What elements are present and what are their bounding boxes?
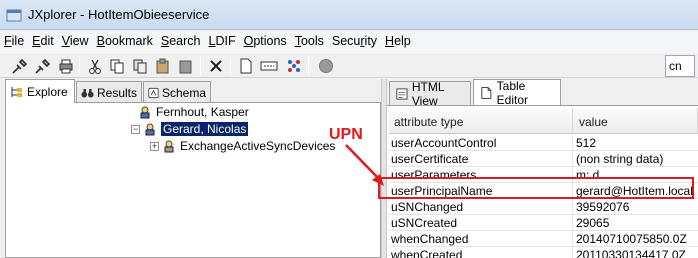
disconnect-icon[interactable]	[33, 56, 53, 76]
binoculars-icon	[81, 88, 94, 97]
collapse-icon[interactable]: −	[131, 124, 140, 134]
app-icon	[6, 9, 22, 22]
table-row[interactable]: uSNChanged 39592076	[389, 199, 698, 215]
tree-node-gerard[interactable]: − Gerard, Nicolas	[131, 121, 249, 137]
tab-explore-label: Explore	[27, 84, 68, 99]
toolbar-separator	[308, 57, 309, 75]
copy-icon[interactable]	[107, 56, 127, 76]
menu-help[interactable]: Help	[381, 31, 415, 51]
menu-bookmark[interactable]: Bookmark	[93, 31, 157, 51]
directory-tree: Fernhout, Kasper − Gerard, Nicolas + Exc…	[5, 102, 381, 258]
upn-annotation-label: UPN	[329, 126, 363, 143]
tree-icon	[11, 86, 22, 97]
tree-node-exchange[interactable]: + ExchangeActiveSyncDevices	[150, 138, 335, 154]
container-icon	[164, 140, 174, 153]
column-header-attribute[interactable]: attribute type	[389, 108, 573, 134]
user-entry-icon	[145, 123, 155, 136]
expand-icon[interactable]: +	[150, 141, 159, 151]
table-editor-icon	[481, 86, 492, 99]
table-row[interactable]: whenChanged 20140710075850.0Z	[389, 231, 698, 247]
value-cell[interactable]: 20140710075850.0Z	[574, 231, 698, 247]
tree-node-label: Fernhout, Kasper	[156, 105, 249, 119]
search-input[interactable]: cn	[665, 55, 695, 77]
right-pane: HTML View Table Editor attribute type va…	[387, 79, 698, 258]
value-cell[interactable]: 39592076	[574, 199, 698, 215]
value-cell[interactable]: 512	[574, 135, 698, 151]
paste-alias-icon[interactable]	[176, 56, 196, 76]
html-view-icon	[396, 87, 408, 100]
print-icon[interactable]	[56, 56, 76, 76]
cut-icon[interactable]	[85, 56, 105, 76]
tab-table-editor[interactable]: Table Editor	[473, 78, 561, 107]
value-cell[interactable]: 29065	[574, 215, 698, 231]
menu-edit[interactable]: Edit	[28, 31, 58, 51]
value-cell[interactable]: 20110330134417.0Z	[574, 247, 698, 258]
tree-node-label-selected: Gerard, Nicolas	[161, 122, 249, 136]
value-cell[interactable]: (non string data)	[574, 151, 698, 167]
connect-icon[interactable]	[10, 56, 30, 76]
table-row[interactable]: userCertificate (non string data)	[389, 151, 698, 167]
refresh-icon[interactable]	[284, 56, 304, 76]
tab-explore[interactable]: Explore	[5, 79, 75, 103]
attribute-cell: whenCreated	[389, 247, 573, 258]
tab-results-label: Results	[96, 85, 137, 100]
tab-table-editor-label: Table Editor	[496, 78, 529, 107]
toolbar-separator	[230, 57, 231, 75]
table-header: attribute type value	[389, 108, 698, 134]
menu-file[interactable]: File	[0, 31, 28, 51]
menu-options[interactable]: Options	[240, 31, 291, 51]
tab-schema[interactable]: Schema	[143, 81, 211, 103]
menu-view[interactable]: View	[58, 31, 93, 51]
toolbar-separator	[79, 57, 80, 75]
tab-html-view[interactable]: HTML View	[389, 79, 471, 108]
upn-highlight-box	[378, 177, 694, 199]
tree-node-label: ExchangeActiveSyncDevices	[180, 139, 336, 153]
tab-html-view-label: HTML View	[411, 79, 445, 108]
user-entry-icon	[140, 106, 150, 119]
attribute-cell: uSNCreated	[389, 215, 573, 231]
stop-icon[interactable]	[316, 56, 336, 76]
menu-security[interactable]: Security	[328, 31, 381, 51]
paste-icon[interactable]	[153, 56, 173, 76]
menu-search[interactable]: Search	[157, 31, 205, 51]
tab-results[interactable]: Results	[76, 81, 142, 103]
toolbar: cn	[0, 52, 698, 78]
tree-node-fernhout[interactable]: Fernhout, Kasper	[139, 104, 249, 120]
toolbar-separator	[200, 57, 201, 75]
left-pane: Explore Results Schema Fernhout, Kasper …	[0, 79, 381, 258]
menu-ldif[interactable]: LDIF	[205, 31, 240, 51]
copy-dn-icon[interactable]	[130, 56, 150, 76]
attribute-cell: whenChanged	[389, 231, 573, 247]
table-row[interactable]: uSNCreated 29065	[389, 215, 698, 231]
attribute-cell: userCertificate	[389, 151, 573, 167]
rename-icon[interactable]	[259, 56, 279, 76]
delete-icon[interactable]	[206, 56, 226, 76]
window-title: JXplorer - HotItemObieeservice	[28, 7, 210, 22]
table-row[interactable]: userAccountControl 512	[389, 135, 698, 151]
table-row[interactable]: whenCreated 20110330134417.0Z	[389, 247, 698, 258]
title-bar: JXplorer - HotItemObieeservice	[0, 0, 698, 30]
column-header-value[interactable]: value	[574, 108, 698, 134]
attribute-cell: uSNChanged	[389, 199, 573, 215]
schema-icon	[148, 87, 159, 98]
tab-schema-label: Schema	[161, 85, 206, 100]
menu-tools[interactable]: Tools	[291, 31, 328, 51]
attribute-cell: userAccountControl	[389, 135, 573, 151]
new-entry-icon[interactable]	[236, 56, 256, 76]
menu-bar: File Edit View Bookmark Search LDIF Opti…	[0, 31, 698, 51]
